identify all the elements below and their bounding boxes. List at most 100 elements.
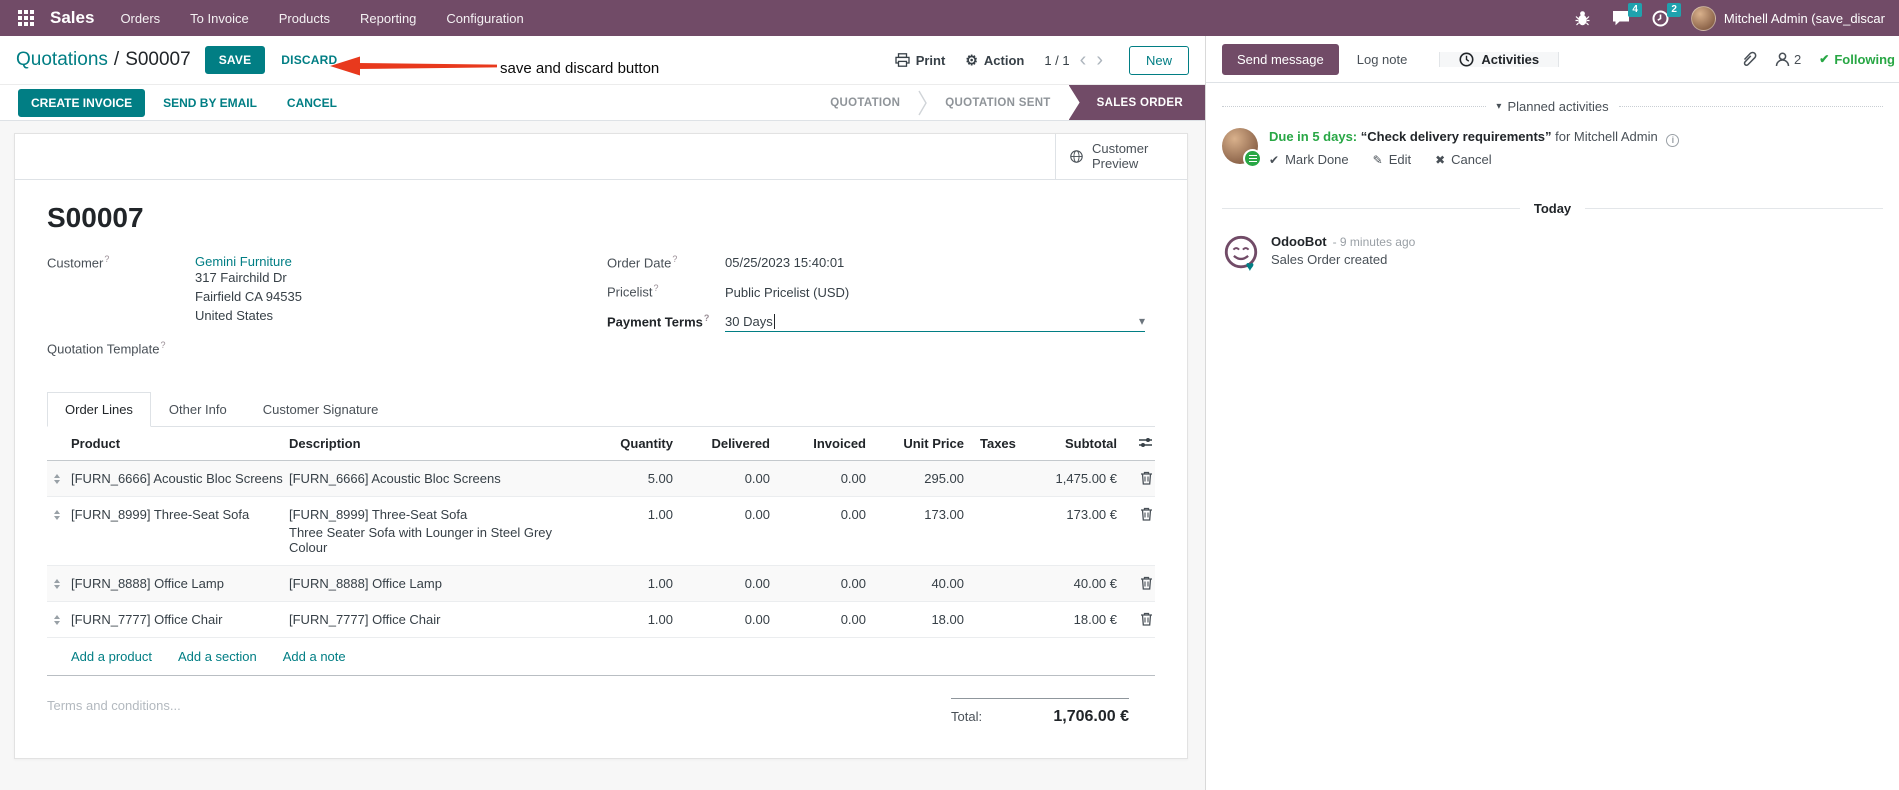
drag-handle-icon[interactable] [47,497,71,530]
order-line-row[interactable]: [FURN_7777] Office Chair [FURN_7777] Off… [47,602,1155,638]
pricelist-value[interactable]: Public Pricelist (USD) [725,285,849,300]
cell-taxes[interactable] [968,497,1026,517]
cell-unit-price[interactable]: 173.00 [870,497,968,532]
followers-count: 2 [1794,51,1802,67]
step-sales-order[interactable]: SALES ORDER [1068,85,1205,120]
add-a-product-link[interactable]: Add a product [71,649,152,664]
cell-delivered[interactable]: 0.00 [677,497,774,532]
order-line-row[interactable]: [FURN_8888] Office Lamp [FURN_8888] Offi… [47,565,1155,602]
dropdown-caret-icon[interactable]: ▾ [1139,314,1145,328]
log-note-button[interactable]: Log note [1343,45,1422,74]
menu-orders[interactable]: Orders [120,11,160,26]
cell-quantity[interactable]: 1.00 [593,566,677,601]
chatter-tools: 2 ✔ Following [1740,36,1899,82]
action-button[interactable]: ⚙ Action [965,52,1024,69]
cell-product[interactable]: [FURN_8999] Three-Seat Sofa [71,497,289,532]
cell-description[interactable]: [FURN_8888] Office Lamp [289,566,593,601]
cell-delivered[interactable]: 0.00 [677,602,774,637]
mark-done-button[interactable]: ✔ Mark Done [1269,152,1349,167]
following-button[interactable]: ✔ Following [1819,52,1895,67]
delete-line-icon[interactable] [1121,497,1155,531]
tab-other-info[interactable]: Other Info [151,392,245,427]
cell-unit-price[interactable]: 40.00 [870,566,968,601]
delete-line-icon[interactable] [1121,461,1155,495]
cancel-button[interactable]: CANCEL [275,90,349,116]
new-button[interactable]: New [1128,45,1189,75]
breadcrumb-quotations[interactable]: Quotations [16,49,108,71]
followers-button[interactable]: 2 [1775,52,1801,67]
cell-product[interactable]: [FURN_6666] Acoustic Bloc Screens [71,461,289,496]
delete-line-icon[interactable] [1121,566,1155,600]
delete-line-icon[interactable] [1121,602,1155,636]
step-quotation[interactable]: QUOTATION [812,85,918,120]
cell-description[interactable]: [FURN_6666] Acoustic Bloc Screens [289,461,593,496]
order-line-row[interactable]: [FURN_8999] Three-Seat Sofa [FURN_8999] … [47,497,1155,566]
create-invoice-button[interactable]: CREATE INVOICE [18,88,146,117]
planned-activities-header[interactable]: ▾ Planned activities [1206,99,1899,114]
cell-description[interactable]: [FURN_7777] Office Chair [289,602,593,637]
cell-delivered[interactable]: 0.00 [677,461,774,496]
cell-quantity[interactable]: 5.00 [593,461,677,496]
order-date-field[interactable]: Order Date? 05/25/2023 15:40:01 [607,254,1155,270]
drag-handle-icon[interactable] [47,566,71,599]
discard-button[interactable]: DISCARD [281,53,337,67]
pager-next-icon[interactable]: › [1096,50,1103,70]
cell-quantity[interactable]: 1.00 [593,602,677,637]
cell-invoiced[interactable]: 0.00 [774,497,870,532]
attachments-paperclip-icon[interactable] [1740,50,1757,68]
edit-activity-button[interactable]: ✎ Edit [1373,152,1411,167]
customer-field[interactable]: Customer? Gemini Furniture 317 Fairchild… [47,254,607,326]
cell-quantity[interactable]: 1.00 [593,497,677,532]
messages-icon[interactable]: 4 [1612,3,1642,26]
customer-preview-button[interactable]: Customer Preview [1055,134,1187,179]
app-name[interactable]: Sales [50,8,94,28]
drag-handle-icon[interactable] [47,461,71,494]
order-line-row[interactable]: [FURN_6666] Acoustic Bloc Screens [FURN_… [47,460,1155,497]
cell-invoiced[interactable]: 0.00 [774,461,870,496]
info-icon[interactable] [1666,134,1680,148]
activities-button[interactable]: Activities [1439,51,1560,67]
cell-taxes[interactable] [968,566,1026,586]
user-menu[interactable]: Mitchell Admin (save_discar [1690,5,1885,31]
pricelist-field[interactable]: Pricelist? Public Pricelist (USD) [607,283,1155,299]
apps-menu-button[interactable] [12,6,40,30]
cell-invoiced[interactable]: 0.00 [774,602,870,637]
cell-delivered[interactable]: 0.00 [677,566,774,601]
cell-taxes[interactable] [968,461,1026,481]
tab-order-lines[interactable]: Order Lines [47,391,151,427]
debug-bug-icon[interactable] [1575,10,1590,26]
cell-subtotal: 1,475.00 € [1055,470,1117,486]
cancel-activity-button[interactable]: ✖ Cancel [1435,152,1492,167]
activities-clock-icon[interactable]: 2 [1652,2,1681,27]
pager: 1 / 1 ‹ › [1044,50,1103,70]
tab-customer-signature[interactable]: Customer Signature [245,392,397,427]
message-item: ♥ OdooBot - 9 minutes ago Sales Order cr… [1206,234,1899,272]
optional-columns-icon[interactable] [1121,427,1155,458]
payment-terms-input[interactable]: 30 Days ▾ [725,313,1145,332]
cell-product[interactable]: [FURN_8888] Office Lamp [71,566,289,601]
pager-previous-icon[interactable]: ‹ [1080,50,1087,70]
save-button[interactable]: SAVE [204,46,266,74]
send-by-email-button[interactable]: SEND BY EMAIL [151,90,269,116]
menu-reporting[interactable]: Reporting [360,11,416,26]
menu-products[interactable]: Products [279,11,330,26]
menu-configuration[interactable]: Configuration [446,11,523,26]
cell-product[interactable]: [FURN_7777] Office Chair [71,602,289,637]
cell-unit-price[interactable]: 295.00 [870,461,968,496]
add-a-section-link[interactable]: Add a section [178,649,257,664]
quotation-template-field[interactable]: Quotation Template? [47,340,607,356]
add-a-note-link[interactable]: Add a note [283,649,346,664]
menu-to-invoice[interactable]: To Invoice [190,11,249,26]
activity-due-text: Due in 5 days: [1269,129,1358,144]
send-message-button[interactable]: Send message [1222,43,1339,75]
cell-unit-price[interactable]: 18.00 [870,602,968,637]
customer-name-link[interactable]: Gemini Furniture [195,254,302,269]
drag-handle-icon[interactable] [47,602,71,635]
terms-and-conditions-input[interactable]: Terms and conditions... [47,698,181,726]
print-button[interactable]: Print [895,53,945,68]
cell-invoiced[interactable]: 0.00 [774,566,870,601]
order-date-value[interactable]: 05/25/2023 15:40:01 [725,255,844,270]
cell-description[interactable]: [FURN_8999] Three-Seat Sofa Three Seater… [289,497,593,565]
cell-taxes[interactable] [968,602,1026,622]
step-quotation-sent[interactable]: QUOTATION SENT [927,85,1068,120]
